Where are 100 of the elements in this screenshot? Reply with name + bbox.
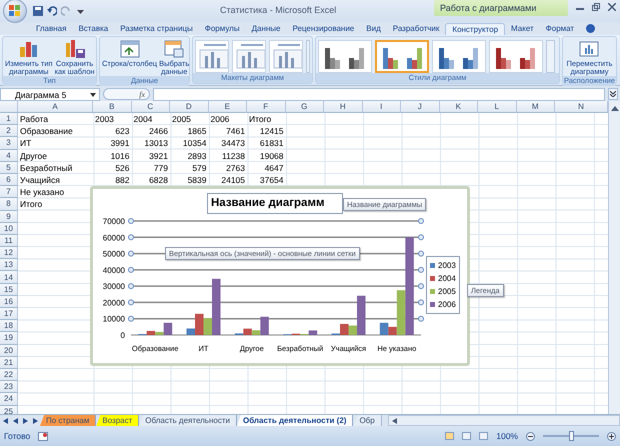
row-number[interactable]: 5 bbox=[0, 162, 18, 174]
row-number[interactable]: 16 bbox=[0, 296, 18, 308]
save-icon[interactable] bbox=[31, 4, 45, 18]
row-number[interactable]: 11 bbox=[0, 234, 18, 248]
name-box[interactable]: Диаграмма 5 bbox=[0, 88, 100, 100]
column-header[interactable]: H bbox=[324, 101, 362, 113]
row-number[interactable]: 18 bbox=[0, 320, 18, 332]
column-header[interactable]: I bbox=[362, 101, 401, 113]
gallery-item[interactable] bbox=[318, 40, 372, 72]
row-number[interactable]: 21 bbox=[0, 356, 18, 369]
row-number[interactable]: 10 bbox=[0, 222, 18, 235]
sheet-tab[interactable]: Область деятельности bbox=[139, 415, 237, 426]
column-header[interactable]: K bbox=[440, 101, 478, 113]
gallery-item[interactable] bbox=[432, 40, 486, 72]
row-number[interactable]: 19 bbox=[0, 332, 18, 345]
scroll-left-icon[interactable] bbox=[392, 418, 397, 424]
ribbon-tab[interactable]: Вид bbox=[360, 23, 387, 35]
page-break-icon[interactable] bbox=[479, 432, 488, 440]
sheet-tab[interactable]: Область деятельности (2) bbox=[236, 415, 354, 426]
ribbon-tab[interactable]: Формат bbox=[540, 23, 580, 35]
sheet-tab[interactable]: Возраст bbox=[96, 415, 140, 426]
row-number[interactable]: 24 bbox=[0, 393, 18, 406]
selection-handle[interactable] bbox=[418, 283, 424, 290]
column-header[interactable]: E bbox=[208, 101, 247, 113]
ribbon-tab[interactable]: Рецензирование bbox=[286, 23, 360, 35]
ribbon-tab[interactable]: Разработчик bbox=[386, 23, 446, 35]
restore-icon[interactable] bbox=[592, 3, 600, 11]
scroll-up-icon[interactable] bbox=[610, 105, 618, 111]
close-icon[interactable] bbox=[608, 3, 616, 11]
selection-handle[interactable] bbox=[128, 234, 134, 240]
row-number[interactable]: 2 bbox=[0, 125, 18, 138]
selection-handle[interactable] bbox=[128, 218, 134, 224]
selection-handle[interactable] bbox=[418, 299, 424, 306]
row-number[interactable]: 14 bbox=[0, 271, 18, 284]
column-header[interactable]: N bbox=[555, 101, 608, 113]
selection-handle[interactable] bbox=[418, 234, 424, 240]
column-header[interactable]: A bbox=[18, 101, 93, 113]
legend-label: 2005 bbox=[438, 287, 456, 296]
ribbon-tab[interactable]: Формулы bbox=[198, 23, 246, 35]
row-number[interactable]: 22 bbox=[0, 368, 18, 382]
zoom-in-icon[interactable] bbox=[607, 432, 616, 440]
row-number[interactable]: 7 bbox=[0, 186, 18, 198]
ribbon-tab[interactable]: Разметка страницы bbox=[114, 23, 199, 35]
macro-record-icon[interactable] bbox=[38, 432, 48, 440]
table-cell-text: 1016 bbox=[110, 150, 130, 162]
gallery-item[interactable] bbox=[375, 40, 429, 72]
column-header[interactable]: D bbox=[170, 101, 208, 113]
undo-icon[interactable] bbox=[45, 4, 59, 18]
selection-handle[interactable] bbox=[418, 250, 424, 257]
ribbon-tab[interactable]: Макет bbox=[505, 23, 540, 35]
zoom-percent[interactable]: 100% bbox=[496, 431, 518, 441]
selection-handle[interactable] bbox=[128, 250, 134, 257]
row-number[interactable]: 3 bbox=[0, 137, 18, 150]
selection-handle[interactable] bbox=[128, 316, 134, 322]
select-all-button[interactable] bbox=[0, 101, 18, 113]
zoom-slider-thumb[interactable] bbox=[569, 431, 574, 441]
column-header[interactable]: J bbox=[401, 101, 440, 113]
insert-function-button[interactable]: fx bbox=[103, 88, 150, 100]
expand-icon[interactable] bbox=[608, 88, 618, 100]
ribbon-tab[interactable]: Конструктор bbox=[445, 23, 506, 35]
selection-handle[interactable] bbox=[418, 218, 424, 224]
selection-handle[interactable] bbox=[418, 316, 424, 322]
selection-handle[interactable] bbox=[128, 283, 134, 290]
column-header[interactable]: B bbox=[93, 101, 132, 113]
table-cell-text: 13013 bbox=[143, 137, 169, 150]
sheet-tab[interactable]: По странам bbox=[40, 415, 96, 426]
selection-handle[interactable] bbox=[128, 299, 134, 306]
help-icon[interactable] bbox=[586, 24, 596, 33]
row-number[interactable]: 17 bbox=[0, 308, 18, 320]
row-number[interactable]: 23 bbox=[0, 381, 18, 394]
chart-title[interactable]: Название диаграмм bbox=[207, 193, 343, 214]
selection-handle[interactable] bbox=[418, 266, 424, 273]
row-number[interactable]: 4 bbox=[0, 150, 18, 162]
selection-handle[interactable] bbox=[128, 266, 134, 273]
column-header[interactable]: G bbox=[286, 101, 324, 113]
formula-field[interactable] bbox=[153, 88, 605, 100]
normal-view-icon[interactable] bbox=[445, 432, 454, 440]
ribbon-tab[interactable]: Вставка bbox=[72, 23, 114, 35]
ribbon-tab[interactable]: Главная bbox=[30, 23, 72, 35]
row-number[interactable]: 12 bbox=[0, 247, 18, 260]
row-number[interactable]: 13 bbox=[0, 259, 18, 272]
zoom-out-icon[interactable] bbox=[526, 432, 535, 440]
ribbon-tab[interactable]: Данные bbox=[246, 23, 286, 35]
row-number[interactable]: 6 bbox=[0, 174, 18, 186]
column-header[interactable]: L bbox=[478, 101, 516, 113]
chart-legend[interactable]: 2003 2004 2005 2006 bbox=[426, 256, 460, 314]
office-button[interactable] bbox=[3, 0, 27, 23]
row-number[interactable]: 8 bbox=[0, 198, 18, 210]
row-number[interactable]: 15 bbox=[0, 284, 18, 296]
horizontal-scrollbar[interactable] bbox=[388, 415, 620, 426]
row-number[interactable]: 20 bbox=[0, 344, 18, 357]
column-header[interactable]: C bbox=[132, 101, 170, 113]
column-header[interactable]: F bbox=[247, 101, 286, 113]
row-number[interactable]: 1 bbox=[0, 113, 18, 126]
gallery-item[interactable] bbox=[489, 40, 543, 72]
sheet-tab[interactable]: Обр bbox=[353, 415, 382, 426]
vertical-scrollbar[interactable] bbox=[608, 101, 620, 414]
row-number[interactable]: 9 bbox=[0, 210, 18, 223]
column-header[interactable]: M bbox=[516, 101, 555, 113]
page-layout-icon[interactable] bbox=[462, 432, 472, 440]
